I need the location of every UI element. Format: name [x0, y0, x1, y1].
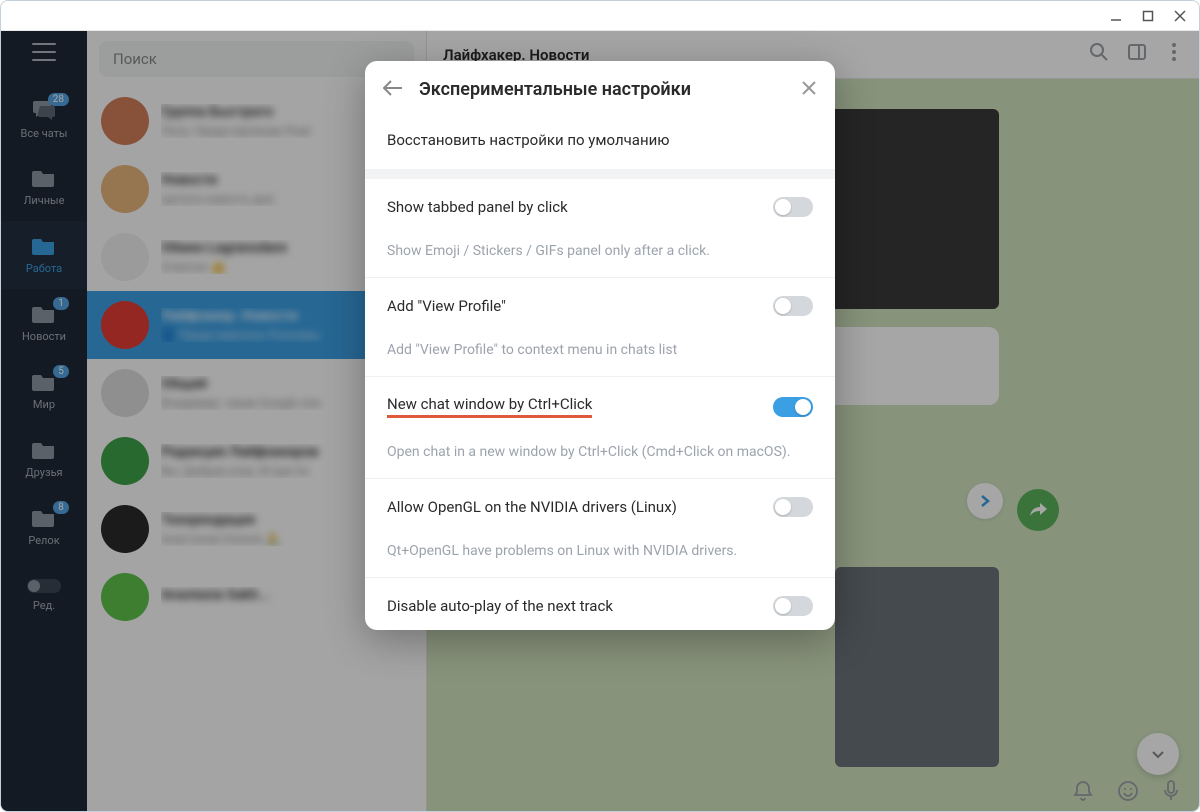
setting-desc: Show Emoji / Stickers / GIFs panel only …: [365, 231, 835, 278]
experimental-settings-dialog: Экспериментальные настройки Восстановить…: [365, 61, 835, 630]
toggle[interactable]: [773, 197, 813, 217]
close-icon[interactable]: [801, 77, 817, 101]
toggle[interactable]: [773, 497, 813, 517]
setting-view-profile[interactable]: Add "View Profile": [365, 278, 835, 330]
titlebar: [1, 1, 1199, 31]
setting-desc: Qt+OpenGL have problems on Linux with NV…: [365, 531, 835, 578]
app-window: 28 Все чаты Личные Работа 1 Новости 5 Ми…: [0, 0, 1200, 812]
reset-defaults[interactable]: Восстановить настройки по умолчанию: [365, 115, 835, 179]
setting-new-window-ctrl-click[interactable]: New chat window by Ctrl+Click: [365, 377, 835, 432]
minimize-button[interactable]: [1109, 9, 1123, 23]
close-window-button[interactable]: [1173, 9, 1187, 23]
setting-disable-autoplay[interactable]: Disable auto-play of the next track: [365, 578, 835, 630]
setting-desc: Add "View Profile" to context menu in ch…: [365, 330, 835, 377]
back-icon[interactable]: [383, 77, 403, 101]
setting-opengl-nvidia[interactable]: Allow OpenGL on the NVIDIA drivers (Linu…: [365, 479, 835, 531]
toggle[interactable]: [773, 296, 813, 316]
toggle[interactable]: [773, 397, 813, 417]
setting-tabbed-panel[interactable]: Show tabbed panel by click: [365, 179, 835, 231]
toggle[interactable]: [773, 596, 813, 616]
dialog-title: Экспериментальные настройки: [419, 79, 785, 100]
setting-desc: Open chat in a new window by Ctrl+Click …: [365, 432, 835, 479]
maximize-button[interactable]: [1141, 9, 1155, 23]
